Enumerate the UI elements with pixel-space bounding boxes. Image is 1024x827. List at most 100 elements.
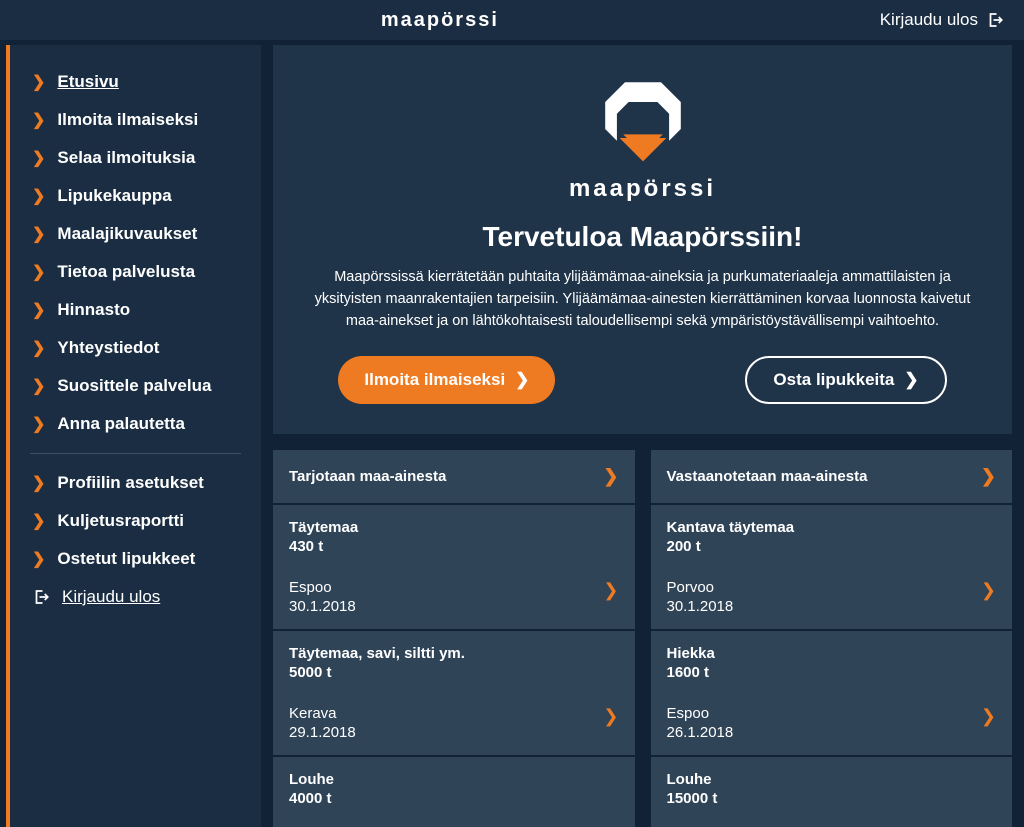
chevron-right-icon: ❯ bbox=[32, 473, 45, 493]
nav-etusivu[interactable]: ❯ Etusivu bbox=[10, 63, 261, 101]
chevron-right-icon: ❯ bbox=[32, 338, 45, 358]
chevron-right-icon: ❯ bbox=[32, 549, 45, 569]
nav-tietoa-palvelusta[interactable]: ❯ Tietoa palvelusta bbox=[10, 253, 261, 291]
nav-label: Ostetut lipukkeet bbox=[57, 549, 195, 569]
nav-label: Hinnasto bbox=[57, 300, 130, 320]
header-logout-label: Kirjaudu ulos bbox=[880, 10, 978, 30]
chevron-right-icon: ❯ bbox=[904, 370, 918, 390]
listing-card[interactable]: Täytemaa 430 t Espoo 30.1.2018 ❯ bbox=[273, 505, 635, 629]
chevron-right-icon: ❯ bbox=[603, 706, 618, 727]
nav-label: Selaa ilmoituksia bbox=[57, 148, 195, 168]
listing-quantity: 200 t bbox=[667, 538, 997, 555]
chevron-right-icon: ❯ bbox=[603, 580, 618, 601]
listing-location: Espoo bbox=[289, 579, 619, 596]
listing-card[interactable]: Louhe 15000 t Kuopio bbox=[651, 757, 1013, 827]
header-logout-button[interactable]: Kirjaudu ulos bbox=[880, 10, 1004, 30]
nav-kuljetusraportti[interactable]: ❯ Kuljetusraportti bbox=[10, 502, 261, 540]
sidebar: ❯ Etusivu ❯ Ilmoita ilmaiseksi ❯ Selaa i… bbox=[6, 45, 261, 827]
hero-description: Maapörssissä kierrätetään puhtaita ylijä… bbox=[303, 267, 982, 332]
chevron-right-icon: ❯ bbox=[32, 72, 45, 92]
chevron-right-icon: ❯ bbox=[32, 148, 45, 168]
chevron-right-icon: ❯ bbox=[32, 110, 45, 130]
nav-label: Kuljetusraportti bbox=[57, 511, 184, 531]
logout-icon bbox=[32, 588, 50, 606]
chevron-right-icon: ❯ bbox=[32, 262, 45, 282]
listing-quantity: 4000 t bbox=[289, 790, 619, 807]
main-content: maapörssi Tervetuloa Maapörssiin! Maapör… bbox=[273, 45, 1012, 827]
listing-card[interactable]: Louhe 4000 t Espoo bbox=[273, 757, 635, 827]
listing-date: 26.1.2018 bbox=[667, 724, 997, 741]
listing-date: 29.1.2018 bbox=[289, 724, 619, 741]
nav-yhteystiedot[interactable]: ❯ Yhteystiedot bbox=[10, 329, 261, 367]
nav-anna-palautetta[interactable]: ❯ Anna palautetta bbox=[10, 405, 261, 443]
nav-label: Profiilin asetukset bbox=[57, 473, 203, 493]
chevron-right-icon: ❯ bbox=[515, 370, 529, 390]
listing-material: Täytemaa bbox=[289, 519, 619, 536]
chevron-right-icon: ❯ bbox=[981, 706, 996, 727]
listing-quantity: 1600 t bbox=[667, 664, 997, 681]
offer-column-header[interactable]: Tarjotaan maa-ainesta ❯ bbox=[273, 450, 635, 503]
offer-column: Tarjotaan maa-ainesta ❯ Täytemaa 430 t E… bbox=[273, 450, 635, 827]
nav-label: Ilmoita ilmaiseksi bbox=[57, 110, 198, 130]
hero-brand: maapörssi bbox=[303, 175, 982, 203]
nav-selaa-ilmoituksia[interactable]: ❯ Selaa ilmoituksia bbox=[10, 139, 261, 177]
listing-card[interactable]: Hiekka 1600 t Espoo 26.1.2018 ❯ bbox=[651, 631, 1013, 755]
chevron-right-icon: ❯ bbox=[32, 186, 45, 206]
column-title: Tarjotaan maa-ainesta bbox=[289, 468, 446, 485]
nav-ostetut-lipukkeet[interactable]: ❯ Ostetut lipukkeet bbox=[10, 540, 261, 578]
nav-label: Etusivu bbox=[57, 72, 118, 92]
chevron-right-icon: ❯ bbox=[32, 376, 45, 396]
nav-maalajikuvaukset[interactable]: ❯ Maalajikuvaukset bbox=[10, 215, 261, 253]
listing-material: Louhe bbox=[667, 771, 997, 788]
maaporssi-logo-icon bbox=[598, 75, 688, 165]
listing-card[interactable]: Täytemaa, savi, siltti ym. 5000 t Kerava… bbox=[273, 631, 635, 755]
listing-location: Espoo bbox=[667, 705, 997, 722]
chevron-right-icon: ❯ bbox=[981, 580, 996, 601]
nav-divider bbox=[30, 453, 241, 454]
osta-lipukkeita-button[interactable]: Osta lipukkeita ❯ bbox=[745, 356, 946, 404]
chevron-right-icon: ❯ bbox=[603, 466, 618, 487]
chevron-right-icon: ❯ bbox=[32, 224, 45, 244]
logout-icon bbox=[986, 11, 1004, 29]
nav-label: Maalajikuvaukset bbox=[57, 224, 197, 244]
nav-label: Yhteystiedot bbox=[57, 338, 159, 358]
nav-label: Tietoa palvelusta bbox=[57, 262, 195, 282]
app-header: maapörssi Kirjaudu ulos bbox=[0, 0, 1024, 40]
button-label: Ilmoita ilmaiseksi bbox=[364, 370, 505, 390]
hero-buttons: Ilmoita ilmaiseksi ❯ Osta lipukkeita ❯ bbox=[303, 356, 982, 404]
nav-label: Kirjaudu ulos bbox=[62, 587, 160, 607]
nav-lipukekauppa[interactable]: ❯ Lipukekauppa bbox=[10, 177, 261, 215]
hero-logo bbox=[303, 75, 982, 165]
listing-location: Porvoo bbox=[667, 579, 997, 596]
nav-label: Anna palautetta bbox=[57, 414, 185, 434]
chevron-right-icon: ❯ bbox=[981, 466, 996, 487]
receive-column: Vastaanotetaan maa-ainesta ❯ Kantava täy… bbox=[651, 450, 1013, 827]
listing-columns: Tarjotaan maa-ainesta ❯ Täytemaa 430 t E… bbox=[273, 450, 1012, 827]
chevron-right-icon: ❯ bbox=[32, 300, 45, 320]
nav-profiilin-asetukset[interactable]: ❯ Profiilin asetukset bbox=[10, 464, 261, 502]
listing-location: Kerava bbox=[289, 705, 619, 722]
listing-material: Täytemaa, savi, siltti ym. bbox=[289, 645, 619, 662]
nav-label: Suosittele palvelua bbox=[57, 376, 211, 396]
header-brand: maapörssi bbox=[0, 9, 880, 32]
nav-ilmoita-ilmaiseksi[interactable]: ❯ Ilmoita ilmaiseksi bbox=[10, 101, 261, 139]
nav-label: Lipukekauppa bbox=[57, 186, 171, 206]
receive-column-header[interactable]: Vastaanotetaan maa-ainesta ❯ bbox=[651, 450, 1013, 503]
nav-logout[interactable]: Kirjaudu ulos bbox=[10, 578, 261, 616]
nav-hinnasto[interactable]: ❯ Hinnasto bbox=[10, 291, 261, 329]
chevron-right-icon: ❯ bbox=[32, 414, 45, 434]
hero-title: Tervetuloa Maapörssiin! bbox=[303, 221, 982, 253]
listing-quantity: 430 t bbox=[289, 538, 619, 555]
nav-suosittele-palvelua[interactable]: ❯ Suosittele palvelua bbox=[10, 367, 261, 405]
column-title: Vastaanotetaan maa-ainesta bbox=[667, 468, 868, 485]
ilmoita-ilmaiseksi-button[interactable]: Ilmoita ilmaiseksi ❯ bbox=[338, 356, 555, 404]
listing-material: Louhe bbox=[289, 771, 619, 788]
listing-quantity: 5000 t bbox=[289, 664, 619, 681]
listing-card[interactable]: Kantava täytemaa 200 t Porvoo 30.1.2018 … bbox=[651, 505, 1013, 629]
listing-quantity: 15000 t bbox=[667, 790, 997, 807]
button-label: Osta lipukkeita bbox=[773, 370, 894, 390]
hero: maapörssi Tervetuloa Maapörssiin! Maapör… bbox=[273, 45, 1012, 434]
listing-date: 30.1.2018 bbox=[667, 598, 997, 615]
listing-material: Hiekka bbox=[667, 645, 997, 662]
listing-material: Kantava täytemaa bbox=[667, 519, 997, 536]
